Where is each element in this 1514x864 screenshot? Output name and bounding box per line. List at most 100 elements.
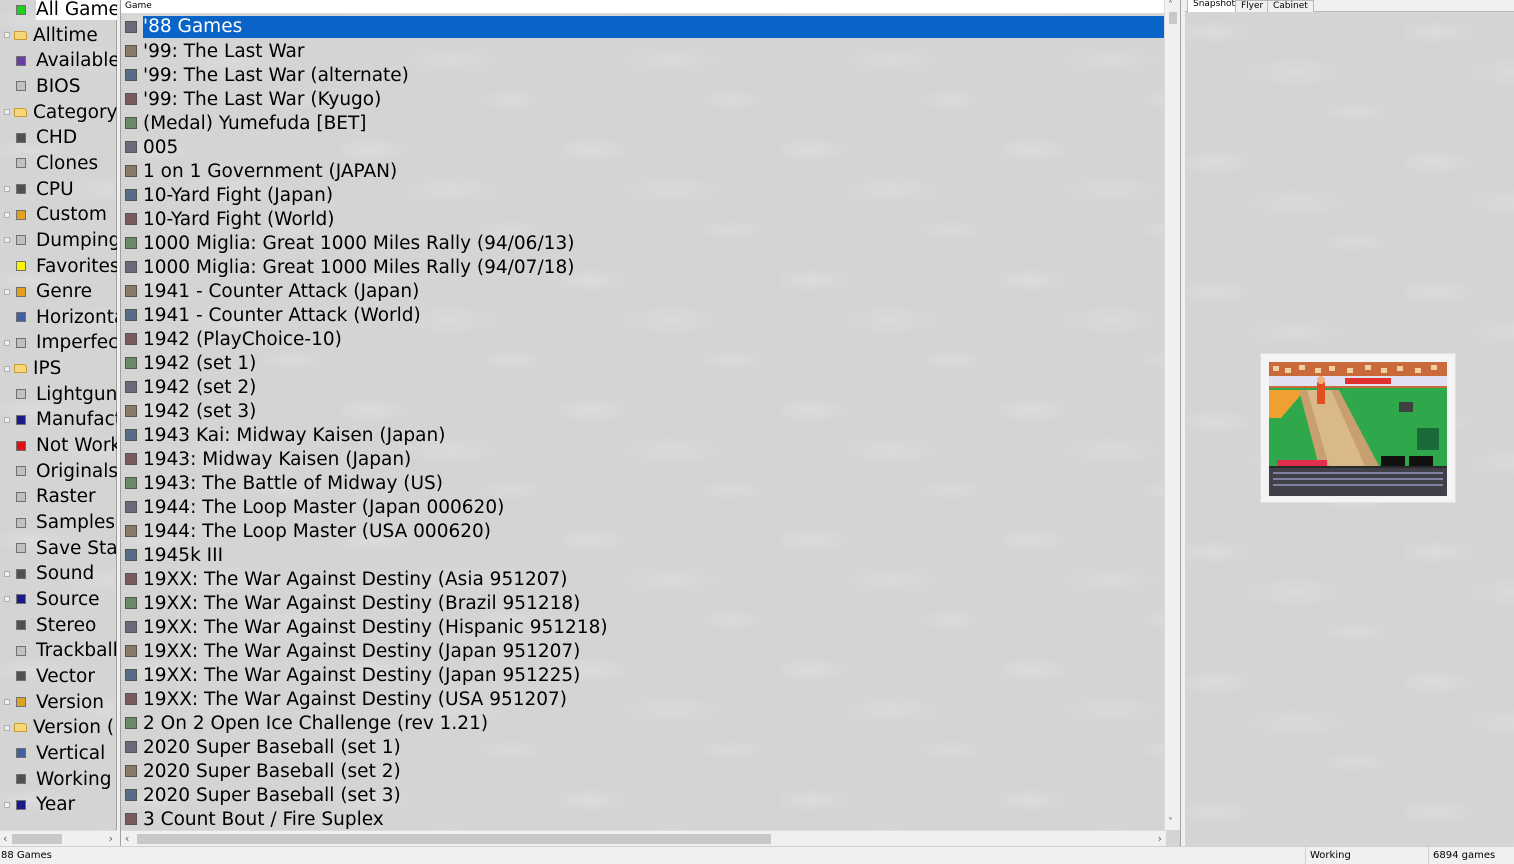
tree-item[interactable]: Version ( — [0, 715, 117, 740]
game-title: 19XX: The War Against Destiny (Asia 9512… — [143, 568, 568, 590]
scroll-left-icon[interactable]: ‹ — [125, 832, 129, 845]
game-row[interactable]: 10-Yard Fight (Japan) — [121, 183, 1166, 207]
expand-icon[interactable] — [4, 186, 10, 193]
game-row[interactable]: 19XX: The War Against Destiny (Hispanic … — [121, 615, 1166, 639]
filter-tree-hscrollbar[interactable]: ‹ › — [0, 830, 117, 846]
scroll-down-icon[interactable]: ˅ — [1168, 817, 1173, 828]
scroll-right-icon[interactable]: › — [109, 832, 113, 845]
tree-item[interactable]: Sound — [0, 561, 117, 586]
game-row[interactable]: (Medal) Yumefuda [BET] — [121, 111, 1166, 135]
game-row[interactable]: 1000 Miglia: Great 1000 Miles Rally (94/… — [121, 231, 1166, 255]
tree-item[interactable]: Version — [0, 690, 117, 715]
tree-item[interactable]: Clones — [0, 151, 117, 176]
game-row[interactable]: 1942 (set 1) — [121, 351, 1166, 375]
scroll-left-icon[interactable]: ‹ — [3, 832, 7, 845]
tree-item[interactable]: BIOS — [0, 74, 117, 99]
game-list-hscrollbar[interactable]: ‹ › — [121, 830, 1166, 846]
game-row[interactable]: 10-Yard Fight (World) — [121, 207, 1166, 231]
game-row[interactable]: 1000 Miglia: Great 1000 Miles Rally (94/… — [121, 255, 1166, 279]
tree-item[interactable]: CPU — [0, 177, 117, 202]
expand-icon[interactable] — [4, 596, 10, 603]
expand-icon[interactable] — [4, 365, 10, 372]
tree-item[interactable]: Raster — [0, 484, 117, 509]
scroll-thumb[interactable] — [137, 834, 771, 844]
game-row[interactable]: '88 Games — [121, 15, 1166, 39]
game-row[interactable]: 1942 (PlayChoice-10) — [121, 327, 1166, 351]
tree-item[interactable]: Working — [0, 767, 117, 792]
game-row[interactable]: 19XX: The War Against Destiny (USA 95120… — [121, 687, 1166, 711]
game-row[interactable]: 1944: The Loop Master (USA 000620) — [121, 519, 1166, 543]
game-row[interactable]: 19XX: The War Against Destiny (Asia 9512… — [121, 567, 1166, 591]
tree-item[interactable]: Favorites — [0, 254, 117, 279]
tab-cabinet[interactable]: Cabinet — [1267, 0, 1314, 12]
game-list-vscrollbar[interactable]: ˄ ˅ — [1164, 0, 1180, 830]
tab-snapshot[interactable]: Snapshot — [1187, 0, 1242, 12]
expand-icon[interactable] — [4, 339, 10, 346]
game-row[interactable]: 2020 Super Baseball (set 1) — [121, 735, 1166, 759]
expand-icon[interactable] — [4, 211, 10, 218]
expand-icon[interactable] — [4, 237, 10, 244]
game-row[interactable]: 1942 (set 2) — [121, 375, 1166, 399]
game-row[interactable]: 1943: The Battle of Midway (US) — [121, 471, 1166, 495]
expand-icon[interactable] — [4, 416, 10, 423]
game-row[interactable]: 2020 Super Baseball (set 3) — [121, 783, 1166, 807]
expand-icon[interactable] — [4, 801, 10, 808]
game-row[interactable]: '99: The Last War (alternate) — [121, 63, 1166, 87]
game-title: 19XX: The War Against Destiny (Japan 951… — [143, 640, 581, 662]
game-row[interactable]: 3 Count Bout / Fire Suplex — [121, 807, 1166, 830]
scroll-up-icon[interactable]: ˄ — [1168, 0, 1173, 11]
game-row[interactable]: '99: The Last War — [121, 39, 1166, 63]
tree-item[interactable]: Samples — [0, 510, 117, 535]
game-row[interactable]: '99: The Last War (Kyugo) — [121, 87, 1166, 111]
game-row[interactable]: 19XX: The War Against Destiny (Brazil 95… — [121, 591, 1166, 615]
column-header-game[interactable]: Game — [121, 0, 1166, 14]
game-row[interactable]: 19XX: The War Against Destiny (Japan 951… — [121, 639, 1166, 663]
tree-item[interactable]: Stereo — [0, 613, 117, 638]
game-row[interactable]: 1944: The Loop Master (Japan 000620) — [121, 495, 1166, 519]
game-row[interactable]: 1942 (set 3) — [121, 399, 1166, 423]
tree-item[interactable]: CHD — [0, 125, 117, 150]
tree-item[interactable]: Originals — [0, 459, 117, 484]
game-row[interactable]: 2020 Super Baseball (set 2) — [121, 759, 1166, 783]
tree-item[interactable]: All Games — [0, 0, 117, 22]
expand-icon[interactable] — [4, 288, 10, 295]
game-row[interactable]: 1943: Midway Kaisen (Japan) — [121, 447, 1166, 471]
game-row[interactable]: 1 on 1 Government (JAPAN) — [121, 159, 1166, 183]
tree-item[interactable]: Category — [0, 100, 117, 125]
tree-item[interactable]: Alltime — [0, 23, 117, 48]
tree-item[interactable]: IPS — [0, 356, 117, 381]
expand-icon[interactable] — [4, 32, 10, 39]
tree-item[interactable]: Imperfect — [0, 330, 117, 355]
tree-item[interactable]: Horizontal — [0, 305, 117, 330]
game-row[interactable]: 1941 - Counter Attack (Japan) — [121, 279, 1166, 303]
tree-item[interactable]: Dumping — [0, 228, 117, 253]
scroll-thumb[interactable] — [12, 834, 62, 844]
tree-item[interactable]: Vector — [0, 664, 117, 689]
game-row[interactable]: 005 — [121, 135, 1166, 159]
scroll-right-icon[interactable]: › — [1158, 832, 1162, 845]
game-title: 1943: Midway Kaisen (Japan) — [143, 448, 412, 470]
tree-item[interactable]: Trackball — [0, 638, 117, 663]
expand-icon[interactable] — [4, 699, 10, 706]
scroll-thumb[interactable] — [1169, 12, 1177, 24]
game-row[interactable]: 2 On 2 Open Ice Challenge (rev 1.21) — [121, 711, 1166, 735]
tree-item[interactable]: Custom — [0, 202, 117, 227]
expand-icon[interactable] — [4, 109, 10, 116]
tree-item[interactable]: Source — [0, 587, 117, 612]
game-icon — [125, 333, 137, 345]
tree-item[interactable]: Genre — [0, 279, 117, 304]
expand-icon[interactable] — [4, 570, 10, 577]
tree-item[interactable]: Save State — [0, 536, 117, 561]
tab-flyer[interactable]: Flyer — [1235, 0, 1270, 12]
expand-icon[interactable] — [4, 724, 10, 731]
tree-item[interactable]: Not Working — [0, 433, 117, 458]
tree-item[interactable]: Manufacturer — [0, 407, 117, 432]
tree-item[interactable]: Year — [0, 792, 117, 817]
game-row[interactable]: 1943 Kai: Midway Kaisen (Japan) — [121, 423, 1166, 447]
game-row[interactable]: 19XX: The War Against Destiny (Japan 951… — [121, 663, 1166, 687]
game-row[interactable]: 1941 - Counter Attack (World) — [121, 303, 1166, 327]
game-row[interactable]: 1945k III — [121, 543, 1166, 567]
tree-item[interactable]: Available — [0, 48, 117, 73]
tree-item[interactable]: Lightgun — [0, 382, 117, 407]
tree-item[interactable]: Vertical — [0, 741, 117, 766]
